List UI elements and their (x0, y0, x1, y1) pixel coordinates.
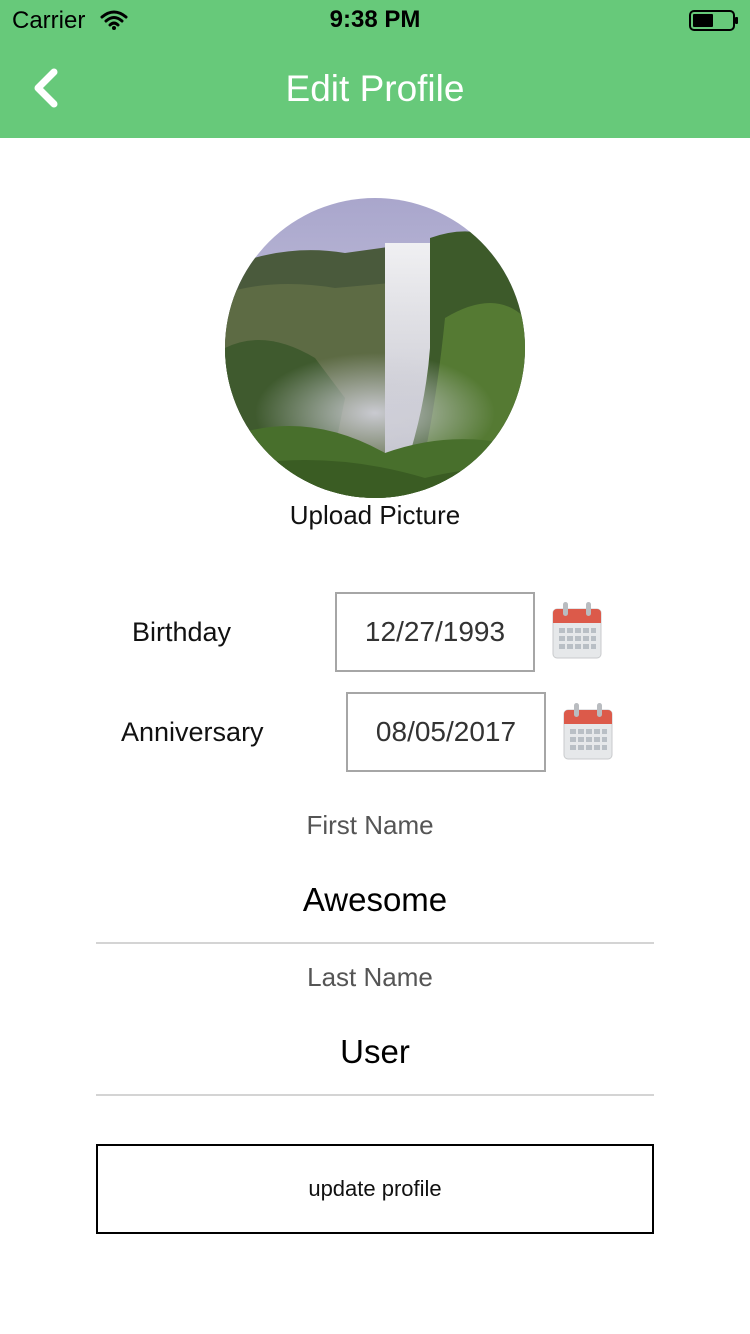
anniversary-calendar-icon[interactable] (563, 702, 613, 760)
first-name-input[interactable] (96, 870, 654, 930)
upload-picture-link[interactable]: Upload Picture (0, 500, 750, 531)
anniversary-date-value: 08/05/2017 (375, 716, 517, 747)
anniversary-label: Anniversary (121, 717, 264, 747)
profile-image (225, 198, 525, 498)
status-bar: Carrier 9:38 PM (0, 0, 750, 40)
profile-picture[interactable] (225, 198, 525, 498)
status-time: 9:38 PM (329, 6, 421, 33)
birthday-date-value: 12/27/1993 (364, 616, 506, 647)
first-name-underline (96, 942, 654, 944)
last-name-input[interactable] (96, 1022, 654, 1082)
first-name-label: First Name (306, 810, 434, 840)
last-name-underline (96, 1094, 654, 1096)
birthday-label: Birthday (132, 617, 232, 647)
battery-icon (689, 10, 738, 31)
anniversary-date-field[interactable]: 08/05/2017 (346, 692, 546, 772)
navigation-bar: Edit Profile (0, 40, 750, 138)
last-name-label: Last Name (307, 962, 433, 992)
birthday-date-field[interactable]: 12/27/1993 (335, 592, 535, 672)
update-profile-button[interactable]: update profile (96, 1144, 654, 1234)
birthday-calendar-icon[interactable] (552, 601, 602, 659)
page-title: Edit Profile (285, 68, 465, 109)
